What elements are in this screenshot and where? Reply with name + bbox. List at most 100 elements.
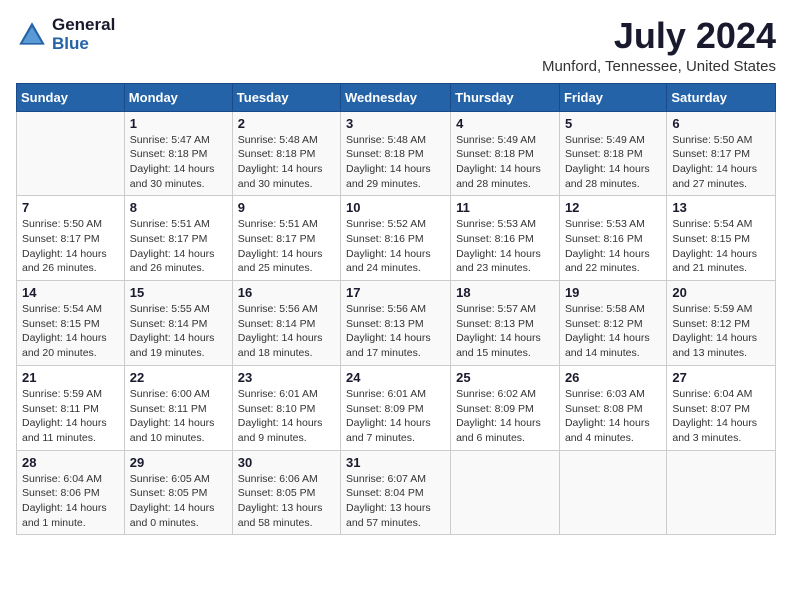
calendar-cell: 19 Sunrise: 5:58 AMSunset: 8:12 PMDayligh… bbox=[559, 281, 666, 366]
calendar-cell: 8 Sunrise: 5:51 AMSunset: 8:17 PMDaylight… bbox=[124, 196, 232, 281]
weekday-header-saturday: Saturday bbox=[667, 83, 776, 111]
calendar-cell: 4Sunrise: 5:49 AMSunset: 8:18 PMDaylight… bbox=[451, 111, 560, 196]
day-info: Sunrise: 5:55 AMSunset: 8:14 PMDaylight:… bbox=[130, 302, 227, 361]
calendar-cell: 22 Sunrise: 6:00 AMSunset: 8:11 PMDayligh… bbox=[124, 365, 232, 450]
calendar-cell: 11Sunrise: 5:53 AMSunset: 8:16 PMDayligh… bbox=[451, 196, 560, 281]
weekday-header-sunday: Sunday bbox=[17, 83, 125, 111]
day-info: Sunrise: 6:04 AMSunset: 8:07 PMDaylight:… bbox=[672, 387, 770, 446]
day-number: 5 bbox=[565, 116, 661, 131]
calendar-cell: 6 Sunrise: 5:50 AMSunset: 8:17 PMDaylight… bbox=[667, 111, 776, 196]
day-number: 19 bbox=[565, 285, 661, 300]
weekday-header-tuesday: Tuesday bbox=[232, 83, 340, 111]
calendar-cell: 30 Sunrise: 6:06 AMSunset: 8:05 PMDayligh… bbox=[232, 450, 340, 535]
month-year-title: July 2024 bbox=[542, 16, 776, 56]
calendar-cell: 31 Sunrise: 6:07 AMSunset: 8:04 PMDayligh… bbox=[341, 450, 451, 535]
calendar-cell: 9 Sunrise: 5:51 AMSunset: 8:17 PMDaylight… bbox=[232, 196, 340, 281]
day-number: 4 bbox=[456, 116, 554, 131]
day-number: 26 bbox=[565, 370, 661, 385]
calendar-cell bbox=[559, 450, 666, 535]
day-info: Sunrise: 5:48 AMSunset: 8:18 PMDaylight:… bbox=[238, 133, 335, 192]
calendar-cell: 27 Sunrise: 6:04 AMSunset: 8:07 PMDayligh… bbox=[667, 365, 776, 450]
day-info: Sunrise: 5:56 AMSunset: 8:13 PMDaylight:… bbox=[346, 302, 445, 361]
day-info: Sunrise: 5:54 AMSunset: 8:15 PMDaylight:… bbox=[672, 217, 770, 276]
day-number: 11 bbox=[456, 200, 554, 215]
calendar-cell: 2 Sunrise: 5:48 AMSunset: 8:18 PMDaylight… bbox=[232, 111, 340, 196]
calendar-table: SundayMondayTuesdayWednesdayThursdayFrid… bbox=[16, 83, 776, 536]
day-number: 22 bbox=[130, 370, 227, 385]
day-info: Sunrise: 6:04 AMSunset: 8:06 PMDaylight:… bbox=[22, 472, 119, 531]
calendar-cell bbox=[17, 111, 125, 196]
day-number: 20 bbox=[672, 285, 770, 300]
day-number: 30 bbox=[238, 455, 335, 470]
calendar-cell: 5 Sunrise: 5:49 AMSunset: 8:18 PMDaylight… bbox=[559, 111, 666, 196]
day-number: 9 bbox=[238, 200, 335, 215]
day-number: 14 bbox=[22, 285, 119, 300]
calendar-cell bbox=[451, 450, 560, 535]
day-number: 28 bbox=[22, 455, 119, 470]
day-info: Sunrise: 5:59 AMSunset: 8:12 PMDaylight:… bbox=[672, 302, 770, 361]
day-info: Sunrise: 5:50 AMSunset: 8:17 PMDaylight:… bbox=[22, 217, 119, 276]
day-number: 12 bbox=[565, 200, 661, 215]
day-info: Sunrise: 5:51 AMSunset: 8:17 PMDaylight:… bbox=[238, 217, 335, 276]
location-subtitle: Munford, Tennessee, United States bbox=[542, 58, 776, 75]
day-number: 24 bbox=[346, 370, 445, 385]
week-row-3: 14Sunrise: 5:54 AMSunset: 8:15 PMDayligh… bbox=[17, 281, 776, 366]
day-number: 13 bbox=[672, 200, 770, 215]
calendar-cell: 12 Sunrise: 5:53 AMSunset: 8:16 PMDayligh… bbox=[559, 196, 666, 281]
calendar-cell: 24 Sunrise: 6:01 AMSunset: 8:09 PMDayligh… bbox=[341, 365, 451, 450]
logo-icon bbox=[16, 19, 48, 51]
logo: General Blue bbox=[16, 16, 115, 53]
day-number: 2 bbox=[238, 116, 335, 131]
weekday-header-friday: Friday bbox=[559, 83, 666, 111]
day-info: Sunrise: 5:59 AMSunset: 8:11 PMDaylight:… bbox=[22, 387, 119, 446]
day-info: Sunrise: 5:49 AMSunset: 8:18 PMDaylight:… bbox=[565, 133, 661, 192]
day-info: Sunrise: 6:07 AMSunset: 8:04 PMDaylight:… bbox=[346, 472, 445, 531]
day-number: 31 bbox=[346, 455, 445, 470]
calendar-cell: 21 Sunrise: 5:59 AMSunset: 8:11 PMDayligh… bbox=[17, 365, 125, 450]
day-number: 27 bbox=[672, 370, 770, 385]
day-info: Sunrise: 5:53 AMSunset: 8:16 PMDaylight:… bbox=[565, 217, 661, 276]
calendar-cell: 16Sunrise: 5:56 AMSunset: 8:14 PMDayligh… bbox=[232, 281, 340, 366]
day-info: Sunrise: 6:00 AMSunset: 8:11 PMDaylight:… bbox=[130, 387, 227, 446]
calendar-cell: 10Sunrise: 5:52 AMSunset: 8:16 PMDayligh… bbox=[341, 196, 451, 281]
day-info: Sunrise: 5:48 AMSunset: 8:18 PMDaylight:… bbox=[346, 133, 445, 192]
calendar-cell: 18 Sunrise: 5:57 AMSunset: 8:13 PMDayligh… bbox=[451, 281, 560, 366]
day-number: 23 bbox=[238, 370, 335, 385]
day-info: Sunrise: 5:56 AMSunset: 8:14 PMDaylight:… bbox=[238, 302, 335, 361]
day-info: Sunrise: 6:06 AMSunset: 8:05 PMDaylight:… bbox=[238, 472, 335, 531]
calendar-cell: 26 Sunrise: 6:03 AMSunset: 8:08 PMDayligh… bbox=[559, 365, 666, 450]
day-number: 8 bbox=[130, 200, 227, 215]
day-info: Sunrise: 5:58 AMSunset: 8:12 PMDaylight:… bbox=[565, 302, 661, 361]
calendar-cell: 15Sunrise: 5:55 AMSunset: 8:14 PMDayligh… bbox=[124, 281, 232, 366]
weekday-header-monday: Monday bbox=[124, 83, 232, 111]
day-info: Sunrise: 6:03 AMSunset: 8:08 PMDaylight:… bbox=[565, 387, 661, 446]
day-info: Sunrise: 6:05 AMSunset: 8:05 PMDaylight:… bbox=[130, 472, 227, 531]
page-header: General Blue July 2024 Munford, Tennesse… bbox=[16, 16, 776, 75]
day-number: 29 bbox=[130, 455, 227, 470]
day-number: 6 bbox=[672, 116, 770, 131]
day-info: Sunrise: 5:51 AMSunset: 8:17 PMDaylight:… bbox=[130, 217, 227, 276]
calendar-cell: 7Sunrise: 5:50 AMSunset: 8:17 PMDaylight… bbox=[17, 196, 125, 281]
calendar-cell bbox=[667, 450, 776, 535]
week-row-2: 7Sunrise: 5:50 AMSunset: 8:17 PMDaylight… bbox=[17, 196, 776, 281]
calendar-cell: 28 Sunrise: 6:04 AMSunset: 8:06 PMDayligh… bbox=[17, 450, 125, 535]
weekday-header-thursday: Thursday bbox=[451, 83, 560, 111]
weekday-header-row: SundayMondayTuesdayWednesdayThursdayFrid… bbox=[17, 83, 776, 111]
title-block: July 2024 Munford, Tennessee, United Sta… bbox=[542, 16, 776, 75]
calendar-cell: 25Sunrise: 6:02 AMSunset: 8:09 PMDayligh… bbox=[451, 365, 560, 450]
calendar-cell: 1Sunrise: 5:47 AMSunset: 8:18 PMDaylight… bbox=[124, 111, 232, 196]
day-info: Sunrise: 5:57 AMSunset: 8:13 PMDaylight:… bbox=[456, 302, 554, 361]
calendar-cell: 20 Sunrise: 5:59 AMSunset: 8:12 PMDayligh… bbox=[667, 281, 776, 366]
calendar-cell: 17Sunrise: 5:56 AMSunset: 8:13 PMDayligh… bbox=[341, 281, 451, 366]
day-number: 21 bbox=[22, 370, 119, 385]
logo-general: General bbox=[52, 16, 115, 35]
day-info: Sunrise: 6:01 AMSunset: 8:09 PMDaylight:… bbox=[346, 387, 445, 446]
day-info: Sunrise: 6:01 AMSunset: 8:10 PMDaylight:… bbox=[238, 387, 335, 446]
calendar-cell: 29 Sunrise: 6:05 AMSunset: 8:05 PMDayligh… bbox=[124, 450, 232, 535]
day-number: 18 bbox=[456, 285, 554, 300]
weekday-header-wednesday: Wednesday bbox=[341, 83, 451, 111]
day-number: 10 bbox=[346, 200, 445, 215]
day-number: 25 bbox=[456, 370, 554, 385]
day-info: Sunrise: 5:50 AMSunset: 8:17 PMDaylight:… bbox=[672, 133, 770, 192]
calendar-cell: 13 Sunrise: 5:54 AMSunset: 8:15 PMDayligh… bbox=[667, 196, 776, 281]
